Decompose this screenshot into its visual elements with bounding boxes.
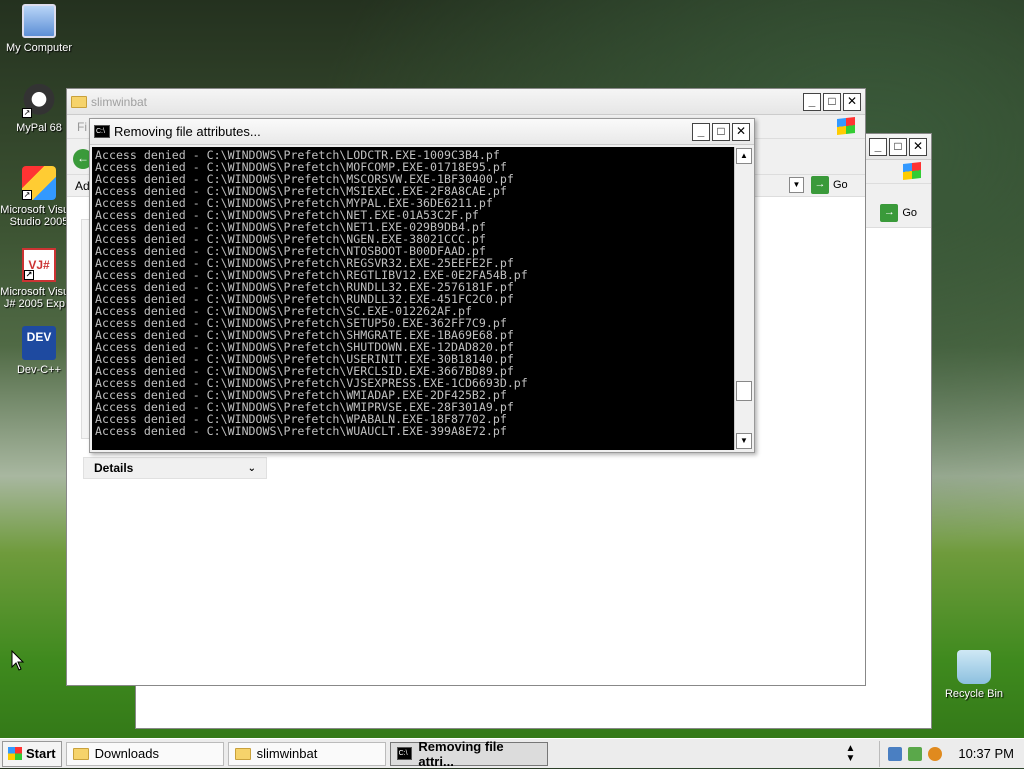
windows-logo-icon [903,162,921,180]
scroll-down-button[interactable]: ▼ [736,433,752,449]
console-line: Access denied - C:\WINDOWS\Prefetch\WUAU… [95,424,507,438]
explorer-titlebar[interactable]: slimwinbat _ □ ✕ [67,89,865,115]
dev-cpp-icon: DEV [22,326,56,360]
console-output: Access denied - C:\WINDOWS\Prefetch\LODC… [92,147,734,450]
command-prompt-icon: C:\ [94,125,110,138]
console-title: Removing file attributes... [114,124,261,139]
start-button[interactable]: Start [2,740,62,767]
close-button[interactable]: ✕ [732,122,750,141]
shortcut-arrow-icon: ↗ [22,190,32,200]
scroll-thumb[interactable] [736,381,752,401]
system-tray: 10:37 PM [879,740,1022,767]
console-window[interactable]: C:\ Removing file attributes... _ □ ✕ Ac… [89,118,755,453]
raccoon-icon: ↗ [22,84,56,118]
chevron-down-icon: ⌄ [247,462,256,474]
minimize-button[interactable]: _ [869,137,887,156]
console-titlebar[interactable]: C:\ Removing file attributes... _ □ ✕ [90,119,754,145]
minimize-button[interactable]: _ [692,122,710,141]
close-button[interactable]: ✕ [843,92,861,111]
maximize-button[interactable]: □ [823,92,841,111]
taskbar-button-console[interactable]: C:\ Removing file attri... [389,739,548,769]
windows-logo-icon [837,117,855,135]
recycle-bin-icon [957,650,991,684]
scroll-up-button[interactable]: ▲ [736,148,752,164]
desktop-icon-label: My Computer [5,42,73,54]
console-scrollbar[interactable]: ▲ ▼ [734,147,752,450]
minimize-button[interactable]: _ [803,92,821,111]
command-prompt-icon: C:\ [396,747,413,760]
folder-icon [234,747,251,760]
desktop-icon-recycle-bin[interactable]: Recycle Bin [935,650,1013,700]
desktop-icon-label: Recycle Bin [944,688,1004,700]
window-title: slimwinbat [91,94,148,109]
folder-icon [72,747,89,760]
go-button[interactable]: → Go [811,176,848,194]
address-dropdown-button[interactable]: ▼ [789,177,804,193]
details-label: Details [94,461,134,475]
menu-file[interactable]: Fi [77,120,87,134]
go-button[interactable]: → Go [880,204,917,222]
close-button[interactable]: ✕ [909,137,927,156]
search-icon[interactable] [928,746,943,761]
taskbar-button-slimwinbat[interactable]: slimwinbat [227,741,386,766]
taskbar: Start Downloads slimwinbat C:\ Removing … [0,738,1024,769]
taskbar-button-downloads[interactable]: Downloads [65,741,224,766]
visual-studio-icon: ↗ [22,166,56,200]
shortcut-arrow-icon: ↗ [24,270,34,280]
taskbar-overflow-icon[interactable]: ▲ ▼ [845,743,855,764]
go-arrow-icon: → [811,176,829,194]
computer-icon [22,4,56,38]
security-icon[interactable] [908,746,923,761]
mouse-cursor-icon [11,650,25,671]
go-arrow-icon: → [880,204,899,222]
network-icon[interactable] [888,746,903,761]
windows-logo-icon [8,747,22,760]
clock: 10:37 PM [958,746,1014,761]
shortcut-arrow-icon: ↗ [22,108,32,118]
maximize-button[interactable]: □ [889,137,907,156]
maximize-button[interactable]: □ [712,122,730,141]
folder-icon [71,95,87,108]
vjsharp-icon: VJ# ↗ [22,248,56,282]
desktop-icon-my-computer[interactable]: My Computer [0,4,78,54]
address-label: Ad [75,179,90,193]
details-panel-header[interactable]: Details ⌄ [83,457,267,479]
